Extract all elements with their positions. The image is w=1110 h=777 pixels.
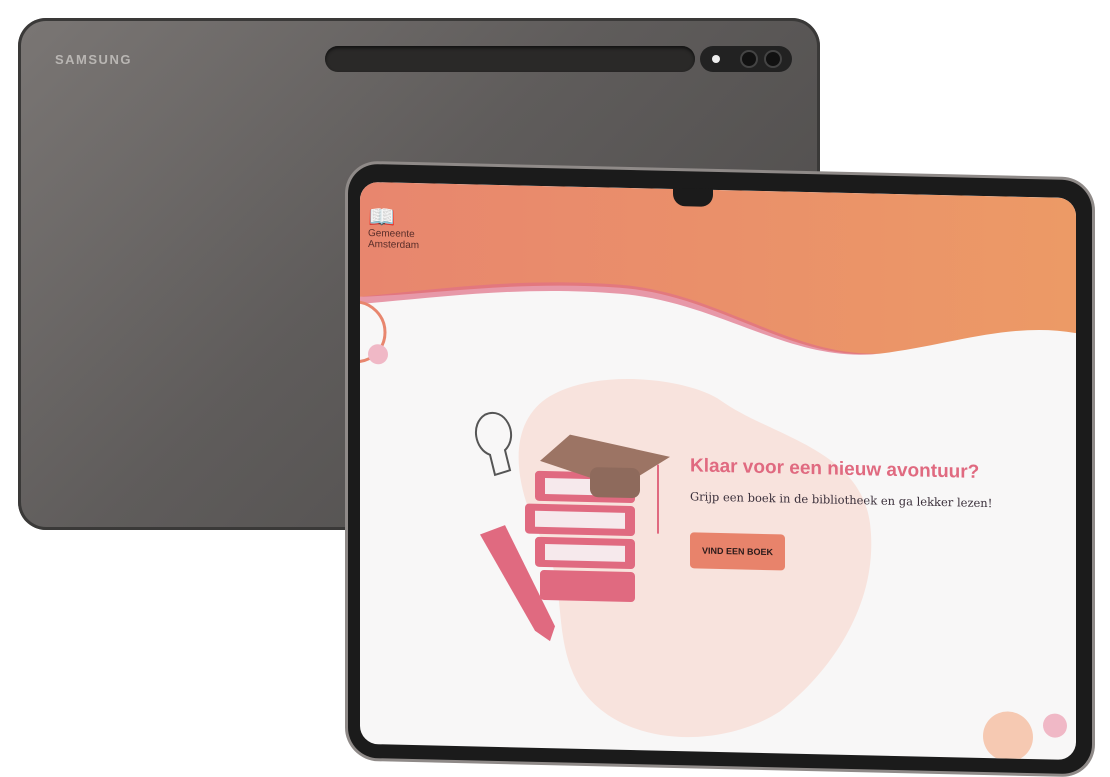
brand-logo: SAMSUNG [55,52,132,67]
open-book-icon: 📖 [368,204,396,230]
decor-dot-bottom [1043,713,1067,738]
camera-module-icon [700,46,792,72]
screen: 📖 Gemeente Amsterdam Klaar voor een nieu… [360,181,1076,761]
tablet-front: 📖 Gemeente Amsterdam Klaar voor een nieu… [348,163,1092,775]
logo-line-2: Amsterdam [368,239,420,252]
find-book-button[interactable]: VIND EEN BOEK [690,532,785,571]
header-wave [360,181,1076,355]
front-camera-notch [673,187,713,207]
decor-circle-bottom [983,711,1033,761]
s-pen [325,46,695,72]
decor-dot [368,344,388,365]
gemeente-amsterdam-logo[interactable]: 📖 Gemeente Amsterdam [368,204,430,252]
